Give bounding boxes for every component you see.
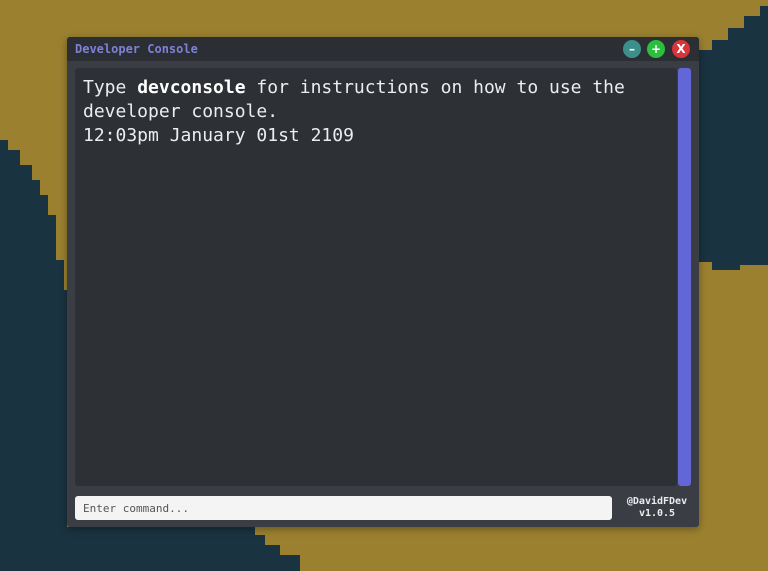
minimize-button[interactable]: – xyxy=(623,40,641,58)
window-title: Developer Console xyxy=(75,42,198,56)
command-input[interactable] xyxy=(75,496,612,520)
console-output[interactable]: Type devconsole for instructions on how … xyxy=(75,68,677,486)
credits-author: @DavidFDev xyxy=(626,496,688,507)
output-keyword: devconsole xyxy=(137,77,246,98)
close-button[interactable]: X xyxy=(672,40,690,58)
title-bar[interactable]: Developer Console – + X xyxy=(67,37,699,61)
credits: @DavidFDev v1.0.5 xyxy=(615,496,699,520)
console-output-text: Type devconsole for instructions on how … xyxy=(83,76,663,148)
developer-console-window: Developer Console – + X Type devconsole … xyxy=(67,37,699,527)
output-timestamp: 12:03pm January 01st 2109 xyxy=(83,125,354,146)
credits-version: v1.0.5 xyxy=(638,508,676,519)
output-scrollbar[interactable] xyxy=(678,68,691,486)
output-line-prefix: Type xyxy=(83,77,138,98)
maximize-button[interactable]: + xyxy=(647,40,665,58)
